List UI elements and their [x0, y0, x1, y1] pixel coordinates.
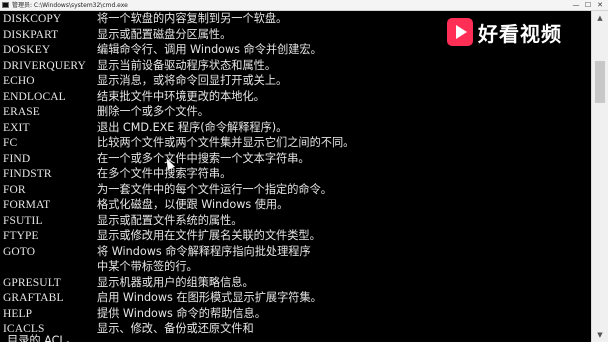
- command-description: 结束批文件中环境更改的本地化。: [97, 89, 265, 103]
- command-description-continued: 目录的 ACL。: [7, 334, 77, 342]
- command-name: FSUTIL: [3, 214, 43, 227]
- command-name: FORMAT: [3, 199, 51, 211]
- command-description: 比较两个文件或两个文件集并显示它们之间的不同。: [97, 136, 355, 149]
- command-description: 提供 Windows 命令的帮助信息。: [97, 306, 266, 320]
- command-description: 退出 CMD.EXE 程序(命令解释程序)。: [97, 120, 288, 134]
- command-name: FIND: [3, 152, 31, 165]
- command-description: 将一个软盘的内容复制到另一个软盘。: [97, 12, 288, 25]
- command-name: GRAFTABL: [3, 292, 64, 304]
- command-description: 显示或修改用在文件扩展名关联的文件类型。: [97, 229, 321, 242]
- watermark-logo: 好看视频: [447, 17, 562, 47]
- command-name: FTYPE: [3, 230, 39, 242]
- command-description: 启用 Windows 在图形模式显示扩展字符集。: [97, 291, 322, 304]
- scroll-up-icon[interactable]: ▲: [592, 11, 608, 25]
- command-name: ECHO: [3, 75, 35, 87]
- command-name: ERASE: [3, 106, 40, 118]
- window-title: 管理员: C:\Windows\system32\cmd.exe: [12, 2, 128, 9]
- window-controls: — ☐ ✕: [570, 0, 606, 11]
- command-description: 编辑命令行、调用 Windows 命令并创建宏。: [97, 43, 322, 56]
- command-name: HELP: [3, 307, 33, 320]
- maximize-button[interactable]: ☐: [582, 0, 594, 11]
- title-bar[interactable]: 管理员: C:\Windows\system32\cmd.exe — ☐ ✕: [0, 0, 608, 11]
- command-description: 显示当前设备驱动程序状态和属性。: [97, 58, 277, 72]
- watermark-brand: 好看视频: [478, 21, 562, 46]
- command-description: 显示或配置磁盘分区属性。: [97, 27, 232, 41]
- command-name: DRIVERQUERY: [3, 59, 86, 72]
- command-description: 显示或配置文件系统的属性。: [97, 213, 243, 227]
- command-description: 为一套文件中的每个文件运行一个指定的命令。: [97, 182, 332, 196]
- command-description: 格式化磁盘，以便跟 Windows 使用。: [97, 198, 289, 211]
- command-name: EXIT: [3, 121, 30, 134]
- play-logo-icon: [447, 18, 473, 46]
- command-description: 显示消息，或将命令回显打开或关上。: [97, 74, 288, 87]
- command-name: ENDLOCAL: [3, 90, 66, 103]
- command-description: 显示机器或用户的组策略信息。: [97, 275, 254, 289]
- minimize-button[interactable]: —: [570, 0, 582, 11]
- command-name: DISKPART: [3, 28, 59, 41]
- command-name: DOSKEY: [3, 44, 51, 56]
- command-name: FC: [3, 137, 18, 149]
- console-output[interactable]: DISKCOPY 将一个软盘的内容复制到另一个软盘。 DISKPART 显示或配…: [0, 11, 591, 342]
- command-description: 显示、修改、备份或还原文件和: [97, 322, 254, 335]
- scroll-thumb[interactable]: [595, 61, 605, 103]
- command-description: 在一个或多个文件中搜索一个文本字符串。: [97, 151, 310, 165]
- command-name: GOTO: [3, 245, 36, 258]
- command-name: DISKCOPY: [3, 13, 62, 25]
- cmd-window: 管理员: C:\Windows\system32\cmd.exe — ☐ ✕ D…: [0, 0, 608, 342]
- command-description: 在多个文件中搜索字符串。: [97, 167, 232, 180]
- command-description: 中某个带标签的行。: [97, 260, 198, 273]
- command-name: FOR: [3, 183, 26, 196]
- command-name: GPRESULT: [3, 276, 61, 289]
- command-description: 删除一个或多个文件。: [97, 105, 209, 118]
- command-name: FINDSTR: [3, 168, 52, 180]
- cmd-app-icon: [2, 2, 9, 8]
- command-description: 将 Windows 命令解释程序指向批处理程序: [97, 244, 311, 258]
- close-button[interactable]: ✕: [594, 0, 606, 11]
- vertical-scrollbar[interactable]: ▲ ▼: [591, 11, 608, 342]
- scroll-down-icon[interactable]: ▼: [592, 328, 608, 342]
